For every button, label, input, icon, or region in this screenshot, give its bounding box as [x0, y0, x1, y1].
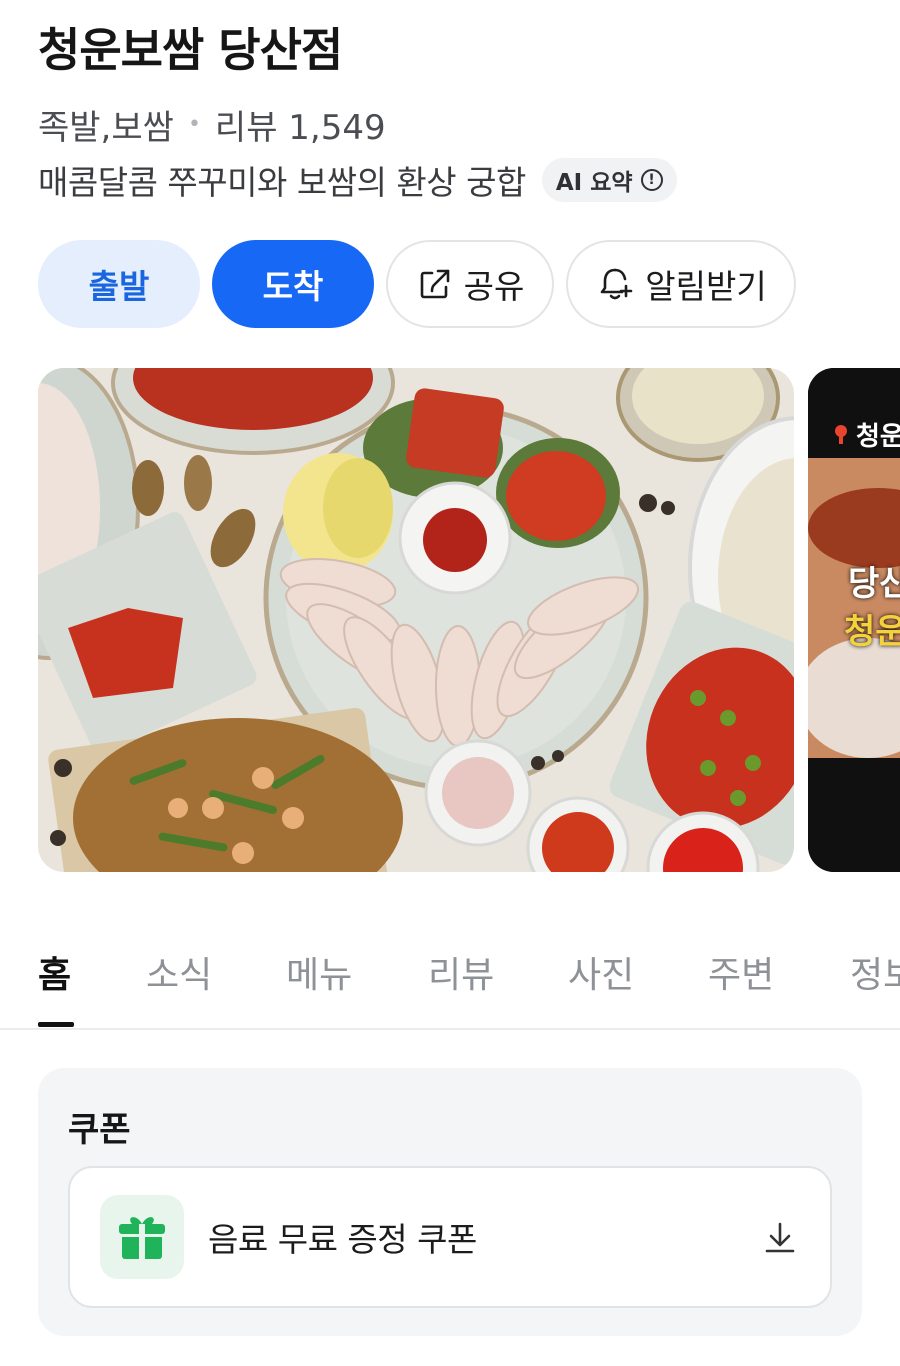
- review-label: 리뷰: [214, 108, 278, 148]
- share-button[interactable]: 공유: [386, 240, 554, 328]
- coupon-section-title: 쿠폰: [68, 1110, 131, 1150]
- tab-info[interactable]: 정보: [850, 946, 900, 998]
- active-tab-indicator: [38, 1022, 74, 1027]
- place-meta: 족발,보쌈 • 리뷰 1,549: [38, 100, 386, 149]
- place-title: 청운보쌈 당산점: [38, 23, 343, 77]
- place-description: 매콤달콤 쭈꾸미와 보쌈의 환상 궁합: [38, 163, 526, 202]
- depart-label: 출발: [88, 267, 150, 306]
- coupon-item[interactable]: 음료 무료 증정 쿠폰: [68, 1166, 832, 1308]
- tab-photos[interactable]: 사진: [568, 946, 634, 998]
- action-buttons: 출발 도착 공유 알림받기: [38, 240, 796, 328]
- review-summary-link[interactable]: 리뷰 1,549: [215, 100, 386, 149]
- ai-summary-label: AI 요약: [555, 170, 633, 196]
- place-description-row: 매콤달콤 쭈꾸미와 보쌈의 환상 궁합 AI 요약 !: [38, 156, 677, 204]
- next-photo-caption-1: 당산: [848, 564, 900, 604]
- separator-dot: •: [187, 112, 201, 137]
- arrive-label: 도착: [262, 267, 324, 306]
- tab-reviews[interactable]: 리뷰: [428, 946, 494, 998]
- depart-button[interactable]: 출발: [38, 240, 200, 328]
- next-photo-preview[interactable]: 청운 당산 청운: [808, 368, 900, 872]
- review-count: 1,549: [288, 108, 386, 148]
- notify-label: 알림받기: [645, 267, 767, 306]
- tab-menu[interactable]: 메뉴: [286, 946, 352, 998]
- tab-nearby[interactable]: 주변: [708, 946, 774, 998]
- bell-plus-icon: [600, 268, 633, 300]
- download-icon[interactable]: [762, 1220, 798, 1256]
- info-icon: !: [640, 169, 663, 191]
- notify-button[interactable]: 알림받기: [566, 240, 796, 328]
- share-icon: [420, 269, 449, 299]
- share-label: 공유: [463, 267, 525, 306]
- arrive-button[interactable]: 도착: [212, 240, 374, 328]
- tab-home[interactable]: 홈: [38, 946, 71, 998]
- place-category: 족발,보쌈: [38, 108, 174, 148]
- place-detail-screen: 청운보쌈 당산점 족발,보쌈 • 리뷰 1,549 매콤달콤 쭈꾸미와 보쌈의 …: [0, 0, 900, 1366]
- next-photo-caption-2: 청운: [844, 612, 900, 652]
- food-spread-image: [38, 368, 794, 872]
- gift-icon: [100, 1195, 184, 1279]
- place-tabs: 홈 소식 메뉴 리뷰 사진 주변 정보: [0, 940, 900, 1030]
- coupon-section: 쿠폰 음료 무료 증정 쿠폰: [38, 1068, 862, 1336]
- tab-news[interactable]: 소식: [146, 946, 212, 998]
- next-photo-pin-label: 청운: [856, 422, 900, 452]
- ai-summary-badge[interactable]: AI 요약 !: [541, 158, 677, 202]
- main-photo[interactable]: [38, 368, 794, 872]
- coupon-label: 음료 무료 증정 쿠폰: [208, 1220, 477, 1259]
